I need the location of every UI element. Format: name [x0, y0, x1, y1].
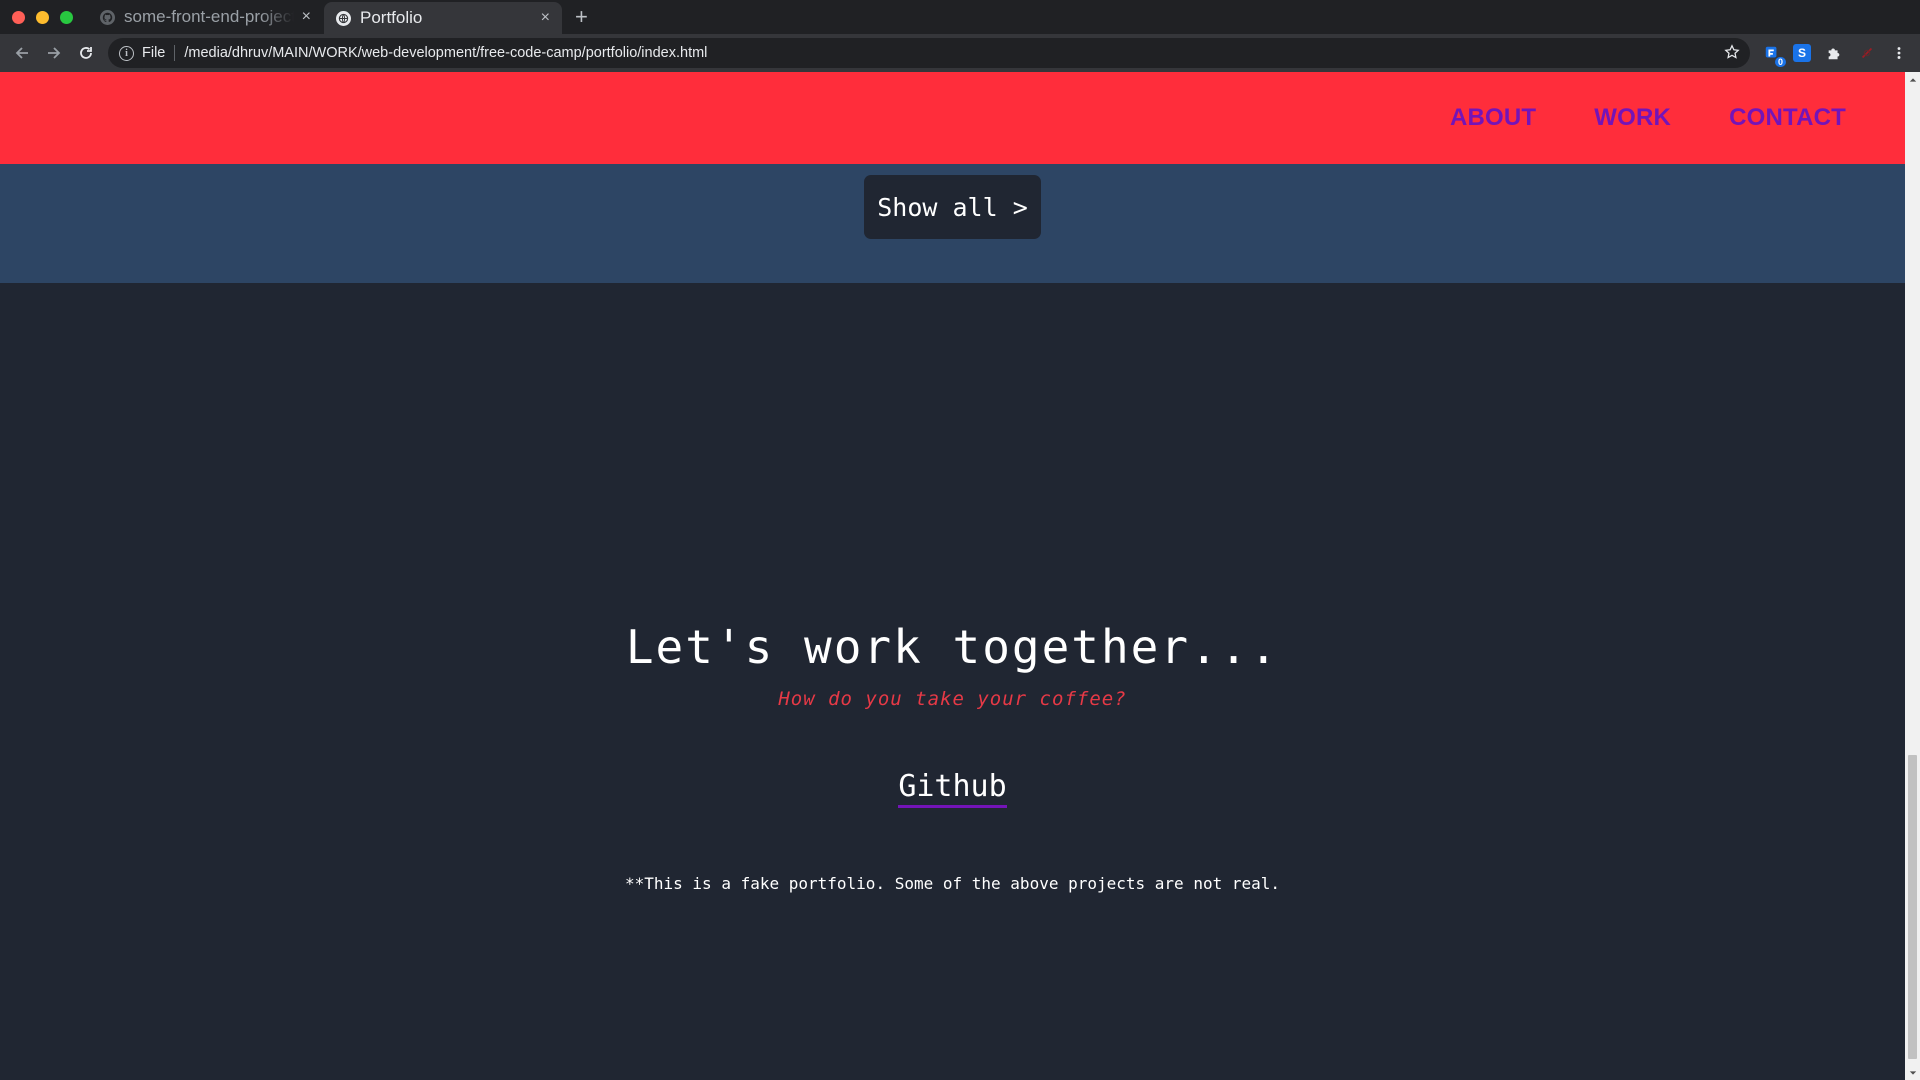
tab-close-icon[interactable]: ×	[302, 9, 311, 25]
nav-links: ABOUT WORK CONTACT	[1450, 72, 1846, 164]
menu-kebab-icon[interactable]	[1890, 44, 1908, 62]
forward-arrow-icon[interactable]	[44, 43, 64, 63]
extension-badge: 0	[1774, 57, 1786, 67]
scrollbar-thumb[interactable]	[1908, 755, 1917, 1059]
info-icon[interactable]: i	[119, 45, 134, 61]
disabled-extension-icon[interactable]	[1858, 44, 1876, 62]
url-text[interactable]: /media/dhruv/MAIN/WORK/web-development/f…	[184, 45, 707, 61]
contact-subheading: How do you take your coffee?	[778, 688, 1127, 710]
extension-s-icon[interactable]: S	[1793, 44, 1811, 62]
bookmark-star-icon[interactable]	[1723, 43, 1741, 61]
github-link-wrapper: Github	[0, 769, 1905, 808]
tab-close-icon[interactable]: ×	[541, 10, 550, 26]
contact-heading: Let's work together...	[625, 620, 1280, 674]
contact-section: Let's work together... How do you take y…	[0, 283, 1905, 1080]
work-section: Show all >	[0, 164, 1905, 283]
scroll-down-arrow-icon[interactable]	[1905, 1065, 1920, 1080]
page-scrollbar[interactable]	[1905, 72, 1920, 1080]
extension-counter-icon[interactable]: 0	[1763, 44, 1786, 67]
address-bar[interactable]: i File /media/dhruv/MAIN/WORK/web-develo…	[108, 38, 1750, 68]
browser-tab-strip: some-front-end-projects × Portfolio × +	[0, 0, 1920, 34]
browser-tab-portfolio[interactable]: Portfolio ×	[324, 2, 562, 34]
url-scheme-label: File	[142, 45, 166, 61]
nav-link-contact[interactable]: CONTACT	[1729, 104, 1846, 132]
new-tab-button[interactable]: +	[575, 3, 588, 31]
tab-title: some-front-end-projects	[124, 7, 294, 26]
scroll-up-arrow-icon[interactable]	[1905, 72, 1920, 87]
window-minimize-button[interactable]	[36, 11, 49, 24]
site-navbar: ABOUT WORK CONTACT	[0, 72, 1905, 164]
tab-title: Portfolio	[360, 8, 423, 27]
reload-icon[interactable]	[76, 43, 96, 63]
globe-icon	[336, 10, 351, 26]
nav-link-work[interactable]: WORK	[1594, 104, 1671, 132]
github-icon	[100, 9, 115, 25]
disclaimer-text: **This is a fake portfolio. Some of the …	[624, 874, 1281, 893]
browser-tab-github[interactable]: some-front-end-projects ×	[88, 0, 323, 34]
browser-toolbar: i File /media/dhruv/MAIN/WORK/web-develo…	[0, 34, 1920, 72]
page-viewport: ABOUT WORK CONTACT Show all > Let's work…	[0, 72, 1905, 1080]
puzzle-icon[interactable]	[1825, 44, 1843, 62]
omnibox-divider	[174, 45, 176, 61]
github-link[interactable]: Github	[898, 769, 1007, 808]
show-all-button[interactable]: Show all >	[864, 175, 1041, 239]
window-maximize-button[interactable]	[60, 11, 73, 24]
window-close-button[interactable]	[12, 11, 25, 24]
back-arrow-icon[interactable]	[12, 43, 32, 63]
nav-link-about[interactable]: ABOUT	[1450, 104, 1536, 132]
